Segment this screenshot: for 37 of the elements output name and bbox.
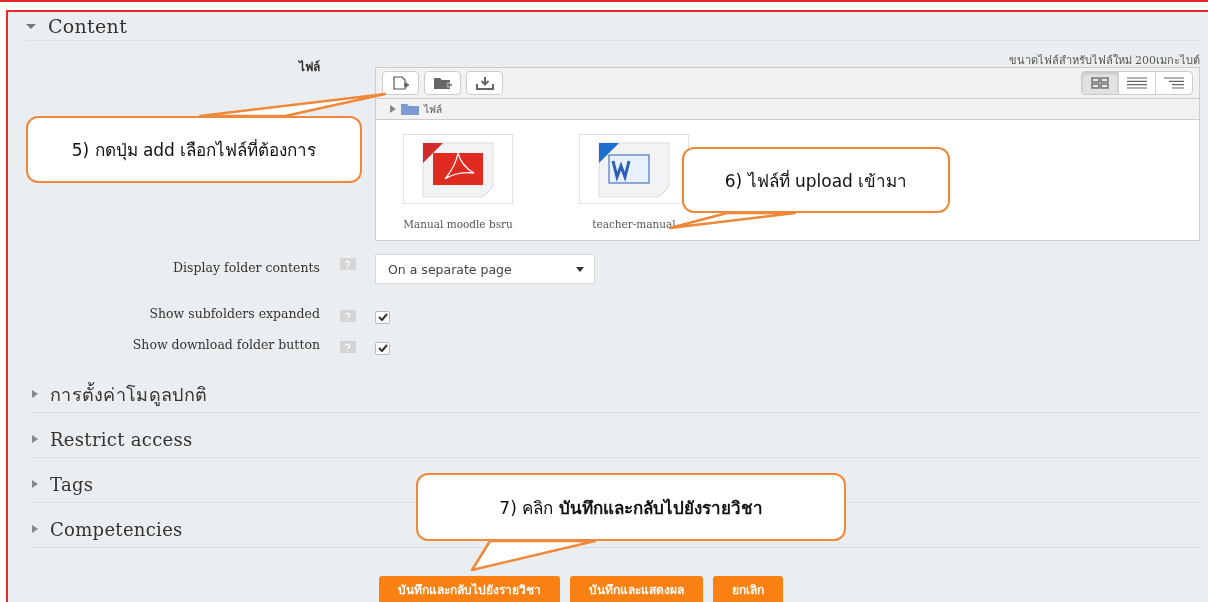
- setting-label: Show subfolders expanded: [149, 306, 320, 321]
- list-view-button[interactable]: [1118, 71, 1156, 95]
- download-button[interactable]: [466, 71, 503, 95]
- icons-view-button[interactable]: [1081, 71, 1119, 95]
- file-name[interactable]: teacher-manual: [592, 218, 676, 230]
- folder-icon: [401, 103, 419, 115]
- download-icon: [475, 76, 494, 90]
- field-label: ไฟล์: [299, 60, 320, 74]
- folder-path[interactable]: ไฟล์: [424, 101, 442, 117]
- tree-view-button[interactable]: [1155, 71, 1193, 95]
- folder-add-icon: [432, 76, 453, 90]
- section-title[interactable]: Content: [48, 15, 128, 37]
- section-title[interactable]: Tags: [50, 473, 94, 495]
- file-thumbnail[interactable]: [579, 134, 689, 204]
- section-title[interactable]: การตั้งค่าโมดูลปกติ: [50, 379, 208, 409]
- expand-caret-icon[interactable]: [32, 390, 38, 398]
- grid-icon: [1091, 77, 1109, 89]
- setting-label: Display folder contents: [173, 260, 320, 275]
- file-thumbnail[interactable]: [403, 134, 513, 204]
- checkbox[interactable]: [375, 341, 390, 355]
- file-name[interactable]: Manual moodle bsru: [403, 218, 513, 230]
- file-add-icon: [391, 76, 410, 90]
- dropdown-select[interactable]: On a separate page: [375, 254, 595, 284]
- max-size-note: ขนาดไฟล์สำหรับไฟล์ใหม่ 200เมกะไบต์: [1007, 53, 1200, 67]
- expand-caret-icon[interactable]: [32, 435, 38, 443]
- expand-caret-icon[interactable]: [32, 480, 38, 488]
- caret-icon: [576, 266, 584, 272]
- expand-caret-icon[interactable]: [32, 525, 38, 533]
- setting-label: Show download folder button: [132, 337, 320, 352]
- add-file-button[interactable]: [382, 71, 419, 95]
- checkbox[interactable]: [375, 310, 390, 324]
- section-title[interactable]: Competencies: [50, 518, 183, 540]
- collapse-caret-icon[interactable]: [26, 23, 36, 29]
- tree-list-icon: [1164, 77, 1184, 89]
- list-icon: [1127, 77, 1147, 89]
- section-title[interactable]: Restrict access: [50, 428, 193, 450]
- create-folder-button[interactable]: [424, 71, 461, 95]
